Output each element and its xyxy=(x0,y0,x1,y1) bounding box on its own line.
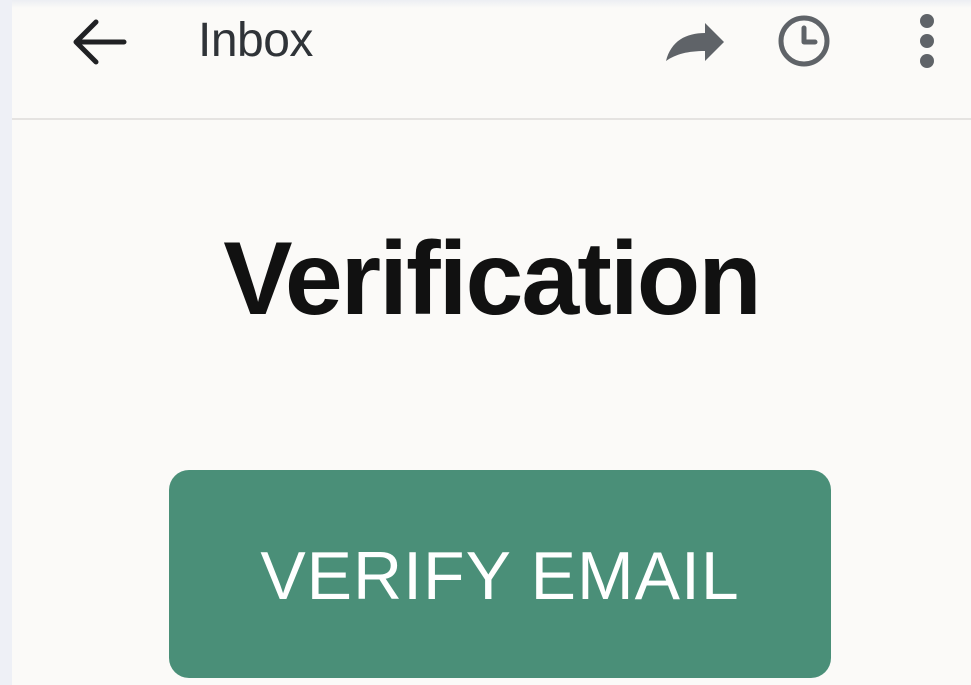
history-button[interactable] xyxy=(769,10,839,72)
forward-icon xyxy=(666,23,724,61)
page-title: Inbox xyxy=(198,14,313,67)
more-options-button[interactable] xyxy=(906,6,948,76)
clock-icon xyxy=(778,15,830,67)
email-screen: Inbox Verification VERIFY EMAIL xyxy=(12,0,971,685)
forward-button[interactable] xyxy=(660,12,730,72)
verify-email-button[interactable]: VERIFY EMAIL xyxy=(169,470,831,678)
back-arrow-icon xyxy=(73,19,127,65)
more-vertical-icon xyxy=(920,14,934,68)
back-button[interactable] xyxy=(58,10,138,74)
verification-heading: Verification xyxy=(223,221,762,337)
app-header: Inbox xyxy=(12,0,971,120)
